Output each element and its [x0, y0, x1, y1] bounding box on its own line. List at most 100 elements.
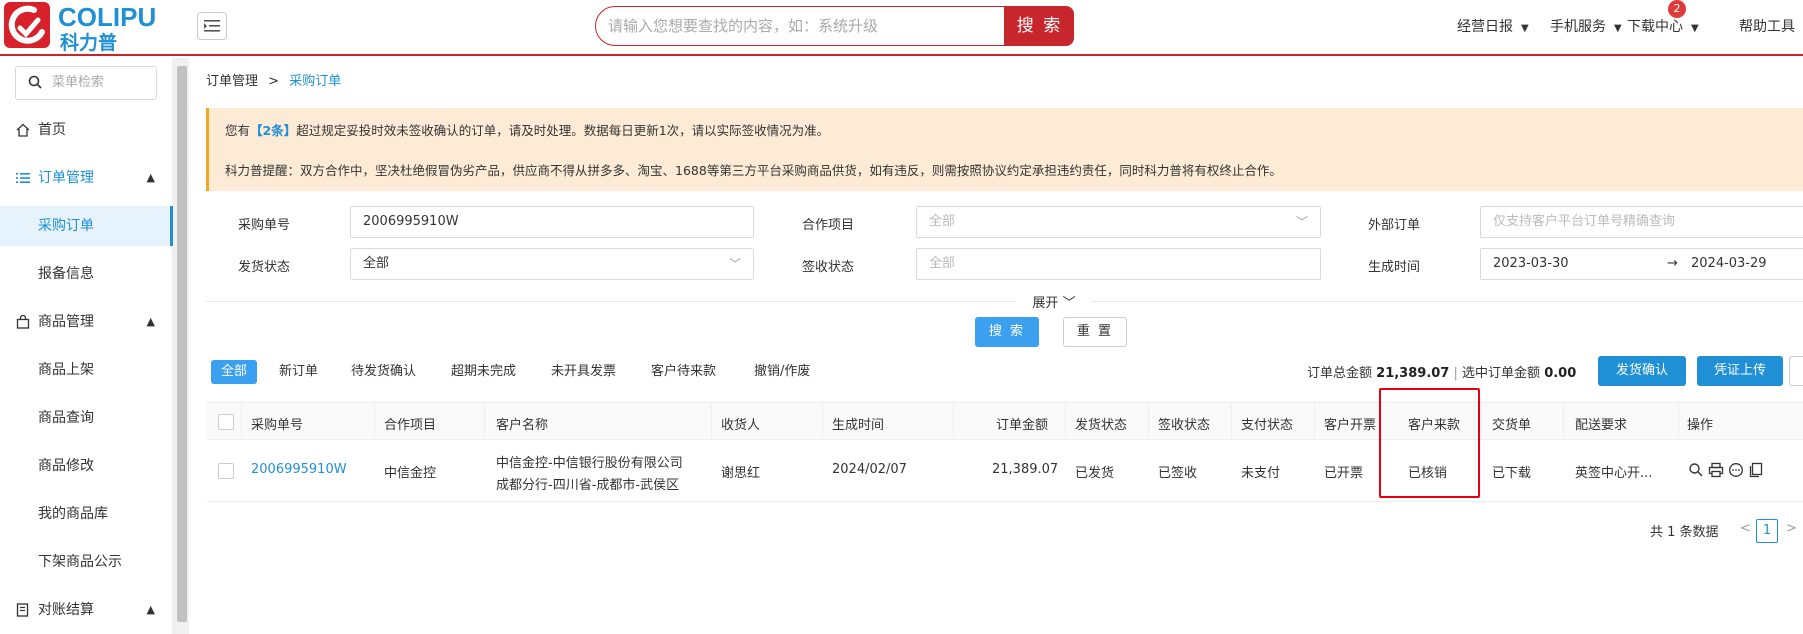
th-project[interactable]: 合作项目 — [384, 414, 436, 433]
table-header: 采购单号 合作项目 客户名称 收货人 生成时间 订单金额 发货状态 签收状态 支… — [206, 402, 1803, 503]
tab-new[interactable]: 新订单 — [279, 360, 318, 384]
expand-toggle[interactable]: 展开 ﹀ — [1016, 292, 1092, 311]
sidebar-item-report-info[interactable]: 报备信息 — [0, 254, 173, 294]
po-link[interactable]: 2006995910W — [251, 462, 347, 477]
tab-awaiting-payment[interactable]: 客户待来款 — [651, 360, 716, 384]
global-search-button[interactable]: 搜 索 — [1005, 6, 1074, 46]
row-checkbox[interactable] — [218, 463, 234, 479]
chevron-up-icon: ▲ — [146, 171, 155, 184]
sidebar-item-my-products[interactable]: 我的商品库 — [0, 494, 173, 534]
breadcrumb-current: 采购订单 — [289, 74, 342, 89]
cell-ship: 已发货 — [1075, 466, 1115, 481]
sidebar-item-product-list[interactable]: 商品上架 — [0, 350, 173, 390]
table-row[interactable]: 2006995910W 中信金控 中信金控-中信银行股份有限公司 成都分行-四川… — [206, 440, 1803, 502]
pagination-total: 共 1 条数据 — [1650, 525, 1719, 540]
chevron-down-icon: ﹀ — [1295, 215, 1308, 229]
sidebar-item-product-query[interactable]: 商品查询 — [0, 398, 173, 438]
th-sign[interactable]: 签收状态 — [1158, 414, 1210, 433]
sign-status-label: 签收状态 — [802, 260, 855, 275]
breadcrumb: 订单管理 > 采购订单 — [206, 74, 342, 89]
prev-page-icon[interactable]: < — [1740, 521, 1751, 536]
tab-pending-ship[interactable]: 待发货确认 — [351, 360, 416, 384]
order-total-value: 21,389.07 — [1376, 366, 1450, 381]
cell-customer-l2: 成都分行-四川省-成都市-武侯区 — [496, 478, 680, 493]
global-search-input[interactable]: 请输入您想要查找的内容，如：系统升级 — [595, 6, 1005, 46]
cell-created: 2024/02/07 — [832, 462, 907, 477]
cell-customer-l1: 中信金控-中信银行股份有限公司 — [496, 456, 683, 471]
th-delivery[interactable]: 交货单 — [1492, 414, 1531, 433]
reset-button[interactable]: 重 置 — [1063, 317, 1127, 347]
chevron-down-icon: ﹀ — [728, 257, 741, 271]
project-label: 合作项目 — [802, 218, 855, 233]
external-order-label: 外部订单 — [1368, 218, 1421, 233]
cell-sign: 已签收 — [1158, 466, 1198, 481]
th-po[interactable]: 采购单号 — [251, 414, 303, 433]
caret-down-icon: ▼ — [1521, 23, 1529, 34]
th-amount[interactable]: 订单金额 — [996, 414, 1048, 433]
sidebar-item-order-mgmt[interactable]: 订单管理 ▲ — [0, 158, 173, 198]
search-icon[interactable] — [1688, 462, 1704, 478]
search-icon — [28, 75, 42, 89]
sidebar-item-product-mgmt[interactable]: 商品管理 ▲ — [0, 302, 173, 342]
th-receiver[interactable]: 收货人 — [721, 414, 760, 433]
cell-requirement: 英签中心开... — [1575, 466, 1653, 481]
th-requirement[interactable]: 配送要求 — [1575, 414, 1627, 433]
nav-mobile-service[interactable]: 手机服务 ▼ — [1550, 16, 1622, 36]
po-input[interactable]: 2006995910W — [350, 206, 754, 238]
voucher-upload-button[interactable]: 凭证上传 — [1697, 356, 1783, 386]
tab-all[interactable]: 全部 — [211, 360, 258, 384]
sign-status-select[interactable]: 全部 — [916, 248, 1321, 280]
tab-no-invoice[interactable]: 未开具发票 — [551, 360, 616, 384]
menu-search-input[interactable]: 菜单检索 — [15, 66, 157, 100]
ship-confirm-button[interactable]: 发货确认 — [1598, 356, 1686, 386]
cell-pay: 未支付 — [1241, 466, 1281, 481]
th-customer[interactable]: 客户名称 — [496, 414, 548, 433]
project-select[interactable]: 全部 ﹀ — [916, 206, 1321, 238]
caret-down-icon: ▼ — [1614, 23, 1622, 34]
page-1-button[interactable]: 1 — [1756, 519, 1778, 543]
colipu-logo-icon[interactable] — [4, 2, 50, 48]
po-label: 采购单号 — [238, 218, 291, 233]
cell-receiver: 谢思红 — [721, 466, 761, 481]
next-page-icon[interactable]: > — [1786, 521, 1797, 536]
sidebar-item-home[interactable]: 首页 — [0, 110, 173, 150]
chevron-up-icon: ▲ — [146, 603, 155, 616]
filter-divider — [206, 301, 1803, 302]
selected-total-value: 0.00 — [1544, 366, 1577, 381]
home-icon — [16, 123, 30, 137]
th-created[interactable]: 生成时间 — [832, 414, 884, 433]
print-icon[interactable] — [1708, 462, 1724, 478]
time-range-input[interactable]: 2023-03-30 → 2024-03-29 — [1480, 248, 1803, 280]
nav-daily-report[interactable]: 经营日报 ▼ — [1457, 16, 1529, 36]
time-to: 2024-03-29 — [1691, 256, 1767, 271]
th-invoice[interactable]: 客户开票 — [1324, 414, 1376, 433]
sidebar-item-delist-notice[interactable]: 下架商品公示 — [0, 542, 173, 582]
ship-status-select[interactable]: 全部 ﹀ — [350, 248, 754, 280]
chevron-down-icon: ﹀ — [1062, 296, 1076, 311]
breadcrumb-parent[interactable]: 订单管理 — [206, 74, 258, 89]
cell-project: 中信金控 — [384, 466, 437, 481]
comment-icon[interactable] — [1728, 462, 1744, 478]
external-order-input[interactable]: 仅支持客户平台订单号精确查询 — [1480, 206, 1803, 238]
chevron-up-icon: ▲ — [146, 315, 155, 328]
sidebar-item-purchase-order[interactable]: 采购订单 — [0, 206, 173, 246]
nav-help-tools[interactable]: 帮助工具 — [1739, 16, 1795, 36]
search-button[interactable]: 搜 索 — [975, 317, 1039, 347]
ship-status-label: 发货状态 — [238, 260, 291, 275]
copy-icon[interactable] — [1748, 462, 1764, 478]
sidebar-scrollbar-thumb[interactable] — [177, 66, 187, 622]
sidebar-item-reconcile[interactable]: 对账结算 ▲ — [0, 590, 173, 630]
list-icon — [16, 173, 30, 183]
notice-overdue: 您有【2条】超过规定妥投时效未签收确认的订单，请及时处理。数据每日更新1次，请以… — [225, 123, 830, 138]
th-ship[interactable]: 发货状态 — [1075, 414, 1127, 433]
menu-toggle-button[interactable] — [197, 12, 227, 40]
tab-cancelled[interactable]: 撤销/作废 — [754, 360, 810, 384]
more-actions-button[interactable] — [1789, 356, 1803, 386]
tab-overdue[interactable]: 超期未完成 — [451, 360, 516, 384]
nav-download-center[interactable]: 下载中心 ▼ — [1627, 16, 1699, 36]
bag-icon — [16, 315, 30, 329]
logo-text-cn: 科力普 — [60, 32, 118, 54]
sidebar-item-product-edit[interactable]: 商品修改 — [0, 446, 173, 486]
select-all-checkbox[interactable] — [218, 414, 234, 430]
th-pay[interactable]: 支付状态 — [1241, 414, 1293, 433]
